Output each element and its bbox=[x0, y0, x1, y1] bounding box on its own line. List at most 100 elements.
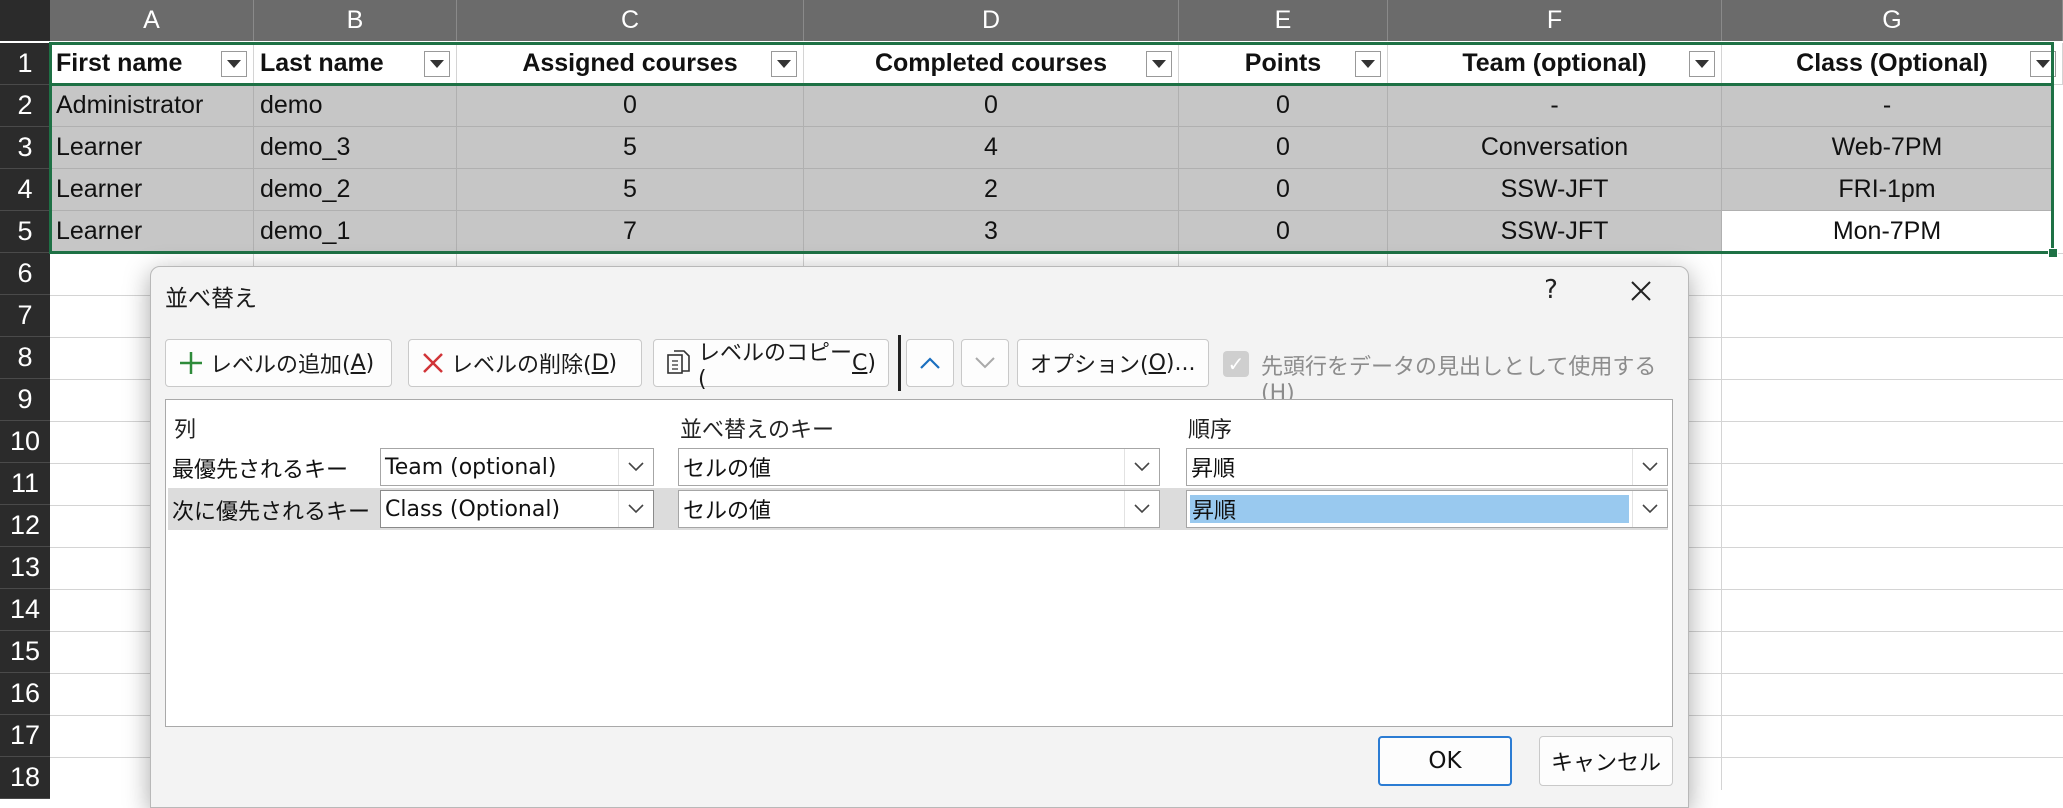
table-header-cell[interactable]: Points bbox=[1179, 43, 1388, 85]
row-header[interactable]: 6 bbox=[0, 253, 50, 295]
filter-dropdown-icon[interactable] bbox=[771, 51, 797, 77]
active-cell[interactable]: Mon-7PM bbox=[1722, 211, 2053, 253]
table-cell[interactable]: 2 bbox=[804, 169, 1179, 211]
table-cell[interactable]: Web-7PM bbox=[1722, 127, 2053, 169]
delete-x-icon bbox=[421, 351, 445, 375]
add-level-button[interactable]: レベルの追加(A) bbox=[165, 339, 392, 387]
table-cell[interactable]: Learner bbox=[50, 169, 254, 211]
table-header-cell[interactable]: First name bbox=[50, 43, 254, 85]
table-header-cell[interactable]: Last name bbox=[254, 43, 457, 85]
row-header[interactable]: 1 bbox=[0, 43, 50, 85]
sort-order-select[interactable]: 昇順 bbox=[1186, 448, 1668, 486]
table-cell[interactable]: 5 bbox=[457, 169, 804, 211]
sort-column-select[interactable]: Class (Optional) bbox=[380, 490, 654, 528]
row-header[interactable]: 18 bbox=[0, 757, 50, 799]
close-icon bbox=[1630, 271, 1652, 311]
table-cell[interactable]: SSW-JFT bbox=[1388, 211, 1722, 253]
row-header[interactable]: 11 bbox=[0, 463, 50, 505]
table-header-cell[interactable]: Class (Optional) bbox=[1722, 43, 2063, 85]
table-cell[interactable]: 0 bbox=[1179, 85, 1388, 127]
table-header-cell[interactable]: Team (optional) bbox=[1388, 43, 1722, 85]
row-header[interactable]: 5 bbox=[0, 211, 50, 253]
table-cell[interactable]: demo_3 bbox=[254, 127, 457, 169]
filter-dropdown-icon[interactable] bbox=[221, 51, 247, 77]
row-header[interactable]: 3 bbox=[0, 127, 50, 169]
add-level-label: レベルの追加( bbox=[210, 353, 351, 378]
select-all-corner[interactable] bbox=[0, 0, 50, 41]
column-header-f[interactable]: F bbox=[1388, 0, 1722, 41]
table-cell[interactable]: 3 bbox=[804, 211, 1179, 253]
table-cell[interactable]: - bbox=[1722, 85, 2053, 127]
move-down-button[interactable] bbox=[961, 339, 1009, 387]
table-header-cell[interactable]: Completed courses bbox=[804, 43, 1179, 85]
delete-level-label: レベルの削除( bbox=[451, 353, 592, 378]
table-cell[interactable]: 0 bbox=[457, 85, 804, 127]
add-level-accesskey: A bbox=[350, 350, 366, 376]
table-cell[interactable]: Administrator bbox=[50, 85, 254, 127]
table-cell[interactable]: - bbox=[1388, 85, 1722, 127]
filter-dropdown-icon[interactable] bbox=[1689, 51, 1715, 77]
sort-key-select[interactable]: セルの値 bbox=[678, 448, 1160, 486]
table-cell[interactable]: 7 bbox=[457, 211, 804, 253]
close-button[interactable] bbox=[1621, 273, 1661, 309]
table-cell[interactable]: demo_2 bbox=[254, 169, 457, 211]
filter-dropdown-icon[interactable] bbox=[2030, 51, 2056, 77]
sort-key-select[interactable]: セルの値 bbox=[678, 490, 1160, 528]
row-header[interactable]: 10 bbox=[0, 421, 50, 463]
column-header-a[interactable]: A bbox=[50, 0, 254, 41]
fill-handle[interactable] bbox=[2048, 248, 2058, 258]
ok-button[interactable]: OK bbox=[1378, 736, 1512, 786]
filter-dropdown-icon[interactable] bbox=[1355, 51, 1381, 77]
table-cell[interactable]: Learner bbox=[50, 211, 254, 253]
chevron-down-icon bbox=[1632, 491, 1667, 527]
column-header-e[interactable]: E bbox=[1179, 0, 1388, 41]
chevron-down-icon bbox=[618, 491, 653, 527]
header-completed-courses: Completed courses bbox=[874, 49, 1107, 77]
sort-order-select[interactable]: 昇順 bbox=[1186, 490, 1668, 528]
column-header-c[interactable]: C bbox=[457, 0, 804, 41]
row-header[interactable]: 15 bbox=[0, 631, 50, 673]
row-header[interactable]: 2 bbox=[0, 85, 50, 127]
row-header[interactable]: 12 bbox=[0, 505, 50, 547]
table-cell[interactable]: 5 bbox=[457, 127, 804, 169]
row-header[interactable]: 13 bbox=[0, 547, 50, 589]
row-header[interactable]: 4 bbox=[0, 169, 50, 211]
table-header-cell[interactable]: Assigned courses bbox=[457, 43, 804, 85]
row-header[interactable]: 17 bbox=[0, 715, 50, 757]
sort-key-header-label: 並べ替えのキー bbox=[680, 418, 835, 443]
filter-dropdown-icon[interactable] bbox=[1146, 51, 1172, 77]
table-cell[interactable]: 0 bbox=[1179, 127, 1388, 169]
column-header-d[interactable]: D bbox=[804, 0, 1179, 41]
row-header[interactable]: 7 bbox=[0, 295, 50, 337]
cancel-button[interactable]: キャンセル bbox=[1539, 736, 1673, 786]
sort-level-label: 次に優先されるキー bbox=[172, 500, 371, 525]
table-cell[interactable]: 0 bbox=[1179, 169, 1388, 211]
column-header-g[interactable]: G bbox=[1722, 0, 2063, 41]
row-header[interactable]: 14 bbox=[0, 589, 50, 631]
help-button[interactable]: ? bbox=[1536, 275, 1566, 305]
sort-column-select[interactable]: Team (optional) bbox=[380, 448, 654, 486]
plus-icon bbox=[178, 350, 204, 376]
table-cell[interactable]: 0 bbox=[1179, 211, 1388, 253]
filter-dropdown-icon[interactable] bbox=[424, 51, 450, 77]
table-cell[interactable]: demo bbox=[254, 85, 457, 127]
table-cell[interactable]: demo_1 bbox=[254, 211, 457, 253]
row-header[interactable]: 9 bbox=[0, 379, 50, 421]
table-cell[interactable]: Learner bbox=[50, 127, 254, 169]
column-header-b[interactable]: B bbox=[254, 0, 457, 41]
chevron-down-icon bbox=[618, 449, 653, 485]
move-up-button[interactable] bbox=[906, 339, 954, 387]
table-cell[interactable]: 0 bbox=[804, 85, 1179, 127]
table-cell[interactable]: SSW-JFT bbox=[1388, 169, 1722, 211]
row-header[interactable]: 16 bbox=[0, 673, 50, 715]
table-cell[interactable]: Conversation bbox=[1388, 127, 1722, 169]
table-cell[interactable]: 4 bbox=[804, 127, 1179, 169]
row-header[interactable]: 8 bbox=[0, 337, 50, 379]
copy-level-button[interactable]: レベルのコピー(C) bbox=[653, 339, 889, 392]
sort-levels-list[interactable]: 列 並べ替えのキー 順序 最優先されるキー Team (optional) セル… bbox=[165, 399, 1673, 727]
header-row-checkbox[interactable]: ✓ bbox=[1223, 351, 1249, 377]
delete-level-button[interactable]: レベルの削除(D) bbox=[408, 339, 642, 387]
header-points: Points bbox=[1244, 49, 1322, 77]
table-cell[interactable]: FRI-1pm bbox=[1722, 169, 2053, 211]
options-button[interactable]: オプション(O)... bbox=[1017, 339, 1209, 387]
